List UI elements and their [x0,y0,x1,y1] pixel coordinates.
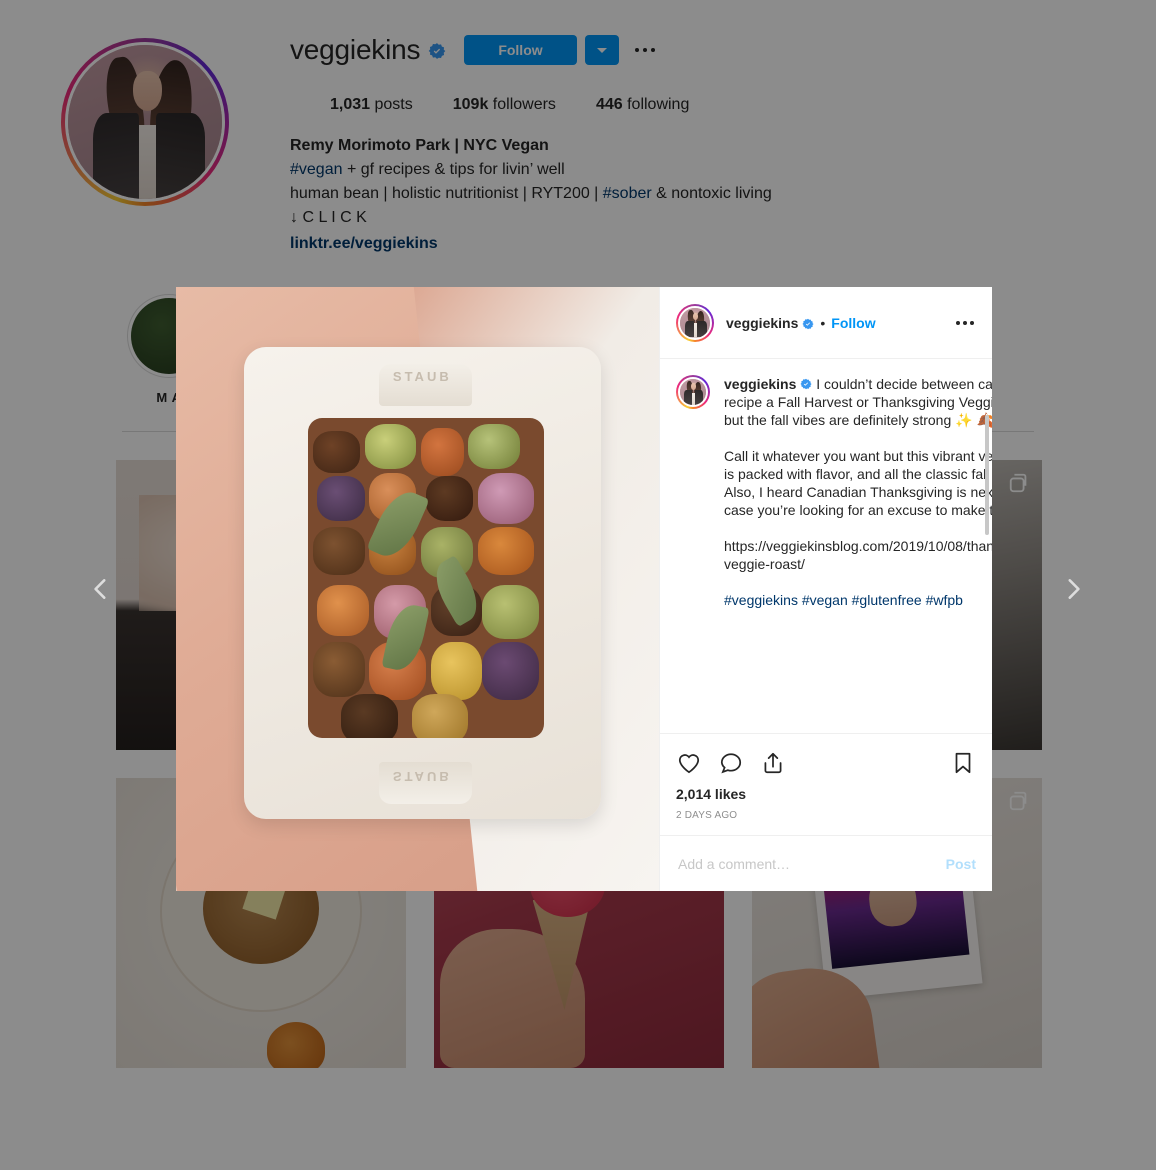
verified-badge-icon [802,317,814,329]
post-author-username[interactable]: veggiekins [726,315,798,331]
post-comment-button[interactable]: Post [946,856,976,872]
chevron-right-icon [1068,579,1080,599]
verified-badge-icon [800,376,812,390]
next-post-button[interactable] [1060,576,1086,602]
previous-post-button[interactable] [88,576,114,602]
post-author-header: veggiekins • Follow [660,287,992,359]
post-caption-scroll-area[interactable]: veggiekins I couldn’t decide between cal… [660,359,992,733]
post-author-story-ring[interactable] [676,303,714,342]
dish-brand-label-bottom: STAUB [392,768,452,784]
post-actions: 2,014 likes 2 DAYS AGO [660,733,992,835]
caption-author-avatar[interactable] [678,377,708,407]
post-detail-modal: STAUB STAUB veggiekins • Follow veggieki… [176,287,992,891]
caption-body: veggiekins I couldn’t decide between cal… [724,375,992,609]
caption-paragraph-2: Call it whatever you want but this vibra… [724,448,992,518]
chevron-left-icon [94,579,106,599]
post-caption: veggiekins I couldn’t decide between cal… [676,375,992,609]
caption-username[interactable]: veggiekins [724,376,796,392]
comment-input[interactable] [676,854,946,873]
post-like-count[interactable]: 2,014 likes [676,786,976,802]
more-options-icon [956,320,960,325]
share-icon[interactable] [760,750,786,776]
caption-scrollbar[interactable] [985,415,989,535]
add-comment-bar: Post [660,835,992,891]
caption-fade [660,717,992,733]
post-image[interactable]: STAUB STAUB [176,287,659,891]
dish-brand-label-top: STAUB [392,369,452,385]
heart-icon[interactable] [676,750,702,776]
comment-bubble-icon[interactable] [718,750,744,776]
post-action-icons [676,742,976,780]
post-author-avatar[interactable] [678,305,712,340]
separator-dot: • [820,314,826,331]
caption-paragraph-1: veggiekins I couldn’t decide between cal… [724,375,992,429]
caption-author-story-ring[interactable] [676,375,710,409]
bookmark-icon[interactable] [950,750,976,776]
roasted-vegetables [307,418,544,739]
post-detail-sidebar: veggiekins • Follow veggiekins I couldn’… [659,287,992,891]
caption-paragraph-3: https://veggiekinsblog.com/2019/10/08/th… [724,538,992,572]
modal-follow-button[interactable]: Follow [831,315,875,331]
caption-hashtags[interactable]: #veggiekins #vegan #glutenfree #wfpb [724,591,992,609]
post-timestamp: 2 DAYS AGO [676,810,738,821]
post-more-options-button[interactable] [954,313,976,333]
